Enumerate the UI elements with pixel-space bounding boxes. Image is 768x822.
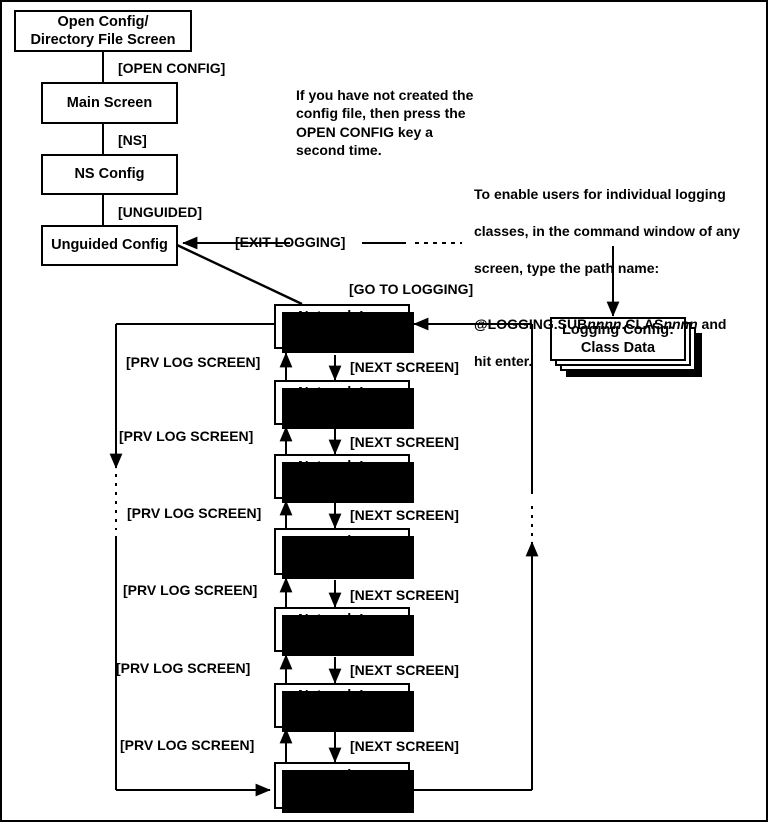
edge-label-prv-log-screen-4: [PRV LOG SCREEN] — [123, 582, 258, 598]
note-path-italic-2: nnnn — [663, 315, 698, 332]
node-main-screen[interactable]: Main Screen — [41, 82, 178, 124]
edge-label-ns: [NS] — [118, 132, 147, 148]
node-open-config-screen-label: Open Config/ Directory File Screen — [30, 13, 176, 48]
node-ns-config-label: NS Config — [74, 166, 145, 183]
node-unguided-config-label: Unguided Config — [51, 237, 168, 254]
note-path-suffix: and — [697, 315, 727, 332]
node-network-log-config-4-label: Network Log Config (4) — [298, 534, 386, 569]
note-open-config-hint: If you have not created the config file,… — [296, 87, 474, 159]
edge-label-exit-logging: [EXIT LOGGING] — [235, 234, 346, 250]
edge-label-go-to-logging: [GO TO LOGGING] — [349, 281, 474, 297]
node-network-log-config-4[interactable]: Network Log Config (4) — [274, 528, 414, 579]
edge-label-prv-log-screen-2: [PRV LOG SCREEN] — [119, 428, 254, 444]
edge-label-next-screen-6: [NEXT SCREEN] — [350, 738, 459, 754]
edge-label-unguided: [UNGUIDED] — [118, 204, 202, 220]
node-network-log-config-7-label: Network Log Config (7) — [298, 768, 386, 803]
note-line-1: To enable users for individual logging — [474, 186, 726, 203]
edge-label-next-screen-4: [NEXT SCREEN] — [350, 587, 459, 603]
node-network-log-config-2[interactable]: Network Log Config (2) — [274, 380, 414, 429]
note-path-italic-1: nnnn — [587, 315, 622, 332]
node-network-log-config-2-label: Network Log Config (2) — [298, 385, 386, 420]
edge-label-prv-log-screen-5: [PRV LOG SCREEN] — [116, 660, 251, 676]
node-network-log-config-5[interactable]: Network Log Config (5) — [274, 607, 414, 656]
node-unguided-config[interactable]: Unguided Config — [41, 225, 178, 266]
note-line-5: hit enter. — [474, 352, 533, 369]
node-network-log-config-6[interactable]: Network Log Config (6) — [274, 683, 414, 732]
edge-label-prv-log-screen-1: [PRV LOG SCREEN] — [126, 354, 261, 370]
flowchart-page: Open Config/ Directory File Screen Main … — [0, 0, 768, 822]
node-network-log-config-7[interactable]: Network Log Config (7) — [274, 762, 414, 813]
note-line-3: screen, type the path name: — [474, 260, 660, 277]
node-network-log-config-5-label: Network Log Config (5) — [298, 612, 386, 647]
edge-label-next-screen-5: [NEXT SCREEN] — [350, 662, 459, 678]
note-path-prefix: @LOGGING.SUB — [474, 315, 588, 332]
node-network-log-config-1[interactable]: Network Log Config (1) — [274, 304, 414, 353]
line-unguided-to-netlog1 — [176, 243, 303, 306]
node-main-screen-label: Main Screen — [66, 94, 153, 111]
edge-label-next-screen-2: [NEXT SCREEN] — [350, 434, 459, 450]
node-network-log-config-6-label: Network Log Config (6) — [298, 688, 386, 723]
edge-label-next-screen-3: [NEXT SCREEN] — [350, 507, 459, 523]
node-network-log-config-1-label: Network Log Config (1) — [298, 309, 386, 344]
edge-label-open-config: [OPEN CONFIG] — [118, 60, 226, 76]
edge-label-prv-log-screen-3: [PRV LOG SCREEN] — [127, 505, 262, 521]
node-network-log-config-3[interactable]: Network Log Config (3) — [274, 454, 414, 503]
node-network-log-config-3-label: Network Log Config (3) — [298, 459, 386, 494]
edge-label-prv-log-screen-6: [PRV LOG SCREEN] — [120, 737, 255, 753]
note-path-mid: .CLAS — [621, 315, 664, 332]
note-line-4: @LOGGING.SUBnnnn.CLASnnnn and — [474, 296, 764, 333]
node-open-config-screen[interactable]: Open Config/ Directory File Screen — [14, 10, 192, 52]
node-ns-config[interactable]: NS Config — [41, 154, 178, 195]
note-enable-logging-classes: To enable users for individual logging c… — [474, 167, 764, 389]
note-line-2: classes, in the command window of any — [474, 223, 741, 240]
edge-label-next-screen-1: [NEXT SCREEN] — [350, 359, 459, 375]
